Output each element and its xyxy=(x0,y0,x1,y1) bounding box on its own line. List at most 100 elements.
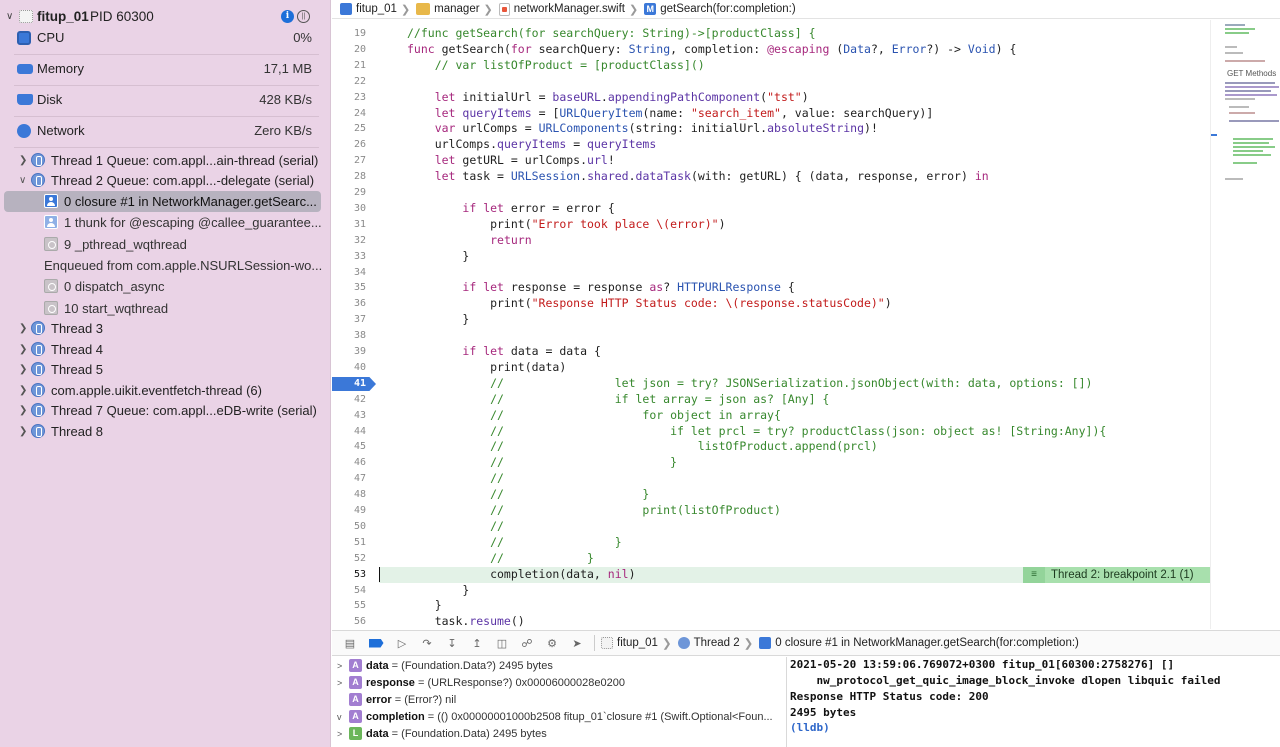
code-line[interactable]: var urlComps = URLComponents(string: ini… xyxy=(407,121,878,137)
code-line[interactable]: // print(listOfProduct) xyxy=(407,503,781,519)
code-line[interactable]: if let data = data { xyxy=(407,344,601,360)
line-number[interactable]: 29 xyxy=(332,185,366,201)
step-over-icon[interactable]: ↷ xyxy=(420,636,434,650)
breadcrumb-project[interactable]: fitup_01 ❯ xyxy=(332,3,410,16)
chevron-right-icon[interactable]: ❯ xyxy=(19,364,27,375)
line-number[interactable]: 34 xyxy=(332,265,366,281)
code-line[interactable]: completion(data, nil) xyxy=(407,567,635,583)
code-line[interactable]: urlComps.queryItems = queryItems xyxy=(407,137,657,153)
line-number[interactable]: 48 xyxy=(332,487,366,503)
thread-row[interactable]: ❯ Thread 4 xyxy=(0,339,330,359)
line-number[interactable]: 30 xyxy=(332,201,366,217)
disclosure-icon[interactable]: > xyxy=(337,678,342,688)
line-number[interactable]: 21 xyxy=(332,58,366,74)
chevron-right-icon[interactable]: ❯ xyxy=(19,344,27,355)
variable-row[interactable]: v A completion = (() 0x00000001000b2508 … xyxy=(332,708,786,725)
code-line[interactable]: let getURL = urlComps.url! xyxy=(407,153,615,169)
variable-row[interactable]: A error = (Error?) nil xyxy=(332,691,786,708)
chevron-down-icon[interactable]: ∨ xyxy=(6,11,13,22)
line-number[interactable]: 44 xyxy=(332,424,366,440)
minimap[interactable]: GET Methods xyxy=(1210,20,1280,629)
line-number[interactable]: 56 xyxy=(332,614,366,629)
line-number[interactable]: 23 xyxy=(332,90,366,106)
line-number[interactable]: 55 xyxy=(332,598,366,614)
code-line[interactable]: print(data) xyxy=(407,360,566,376)
thread-row[interactable]: ∨ Thread 2 Queue: com.appl...-delegate (… xyxy=(0,170,330,190)
stack-frame[interactable]: 10 start_wqthread xyxy=(0,298,330,319)
code-line[interactable]: } xyxy=(407,312,469,328)
breakpoint-annotation[interactable]: ≡ Thread 2: breakpoint 2.1 (1) xyxy=(1023,567,1210,583)
line-number[interactable]: 33 xyxy=(332,249,366,265)
stack-frame-selected[interactable]: 0 closure #1 in NetworkManager.getSearc.… xyxy=(4,191,321,212)
code-line[interactable]: // var listOfProduct = [productClass]() xyxy=(407,58,705,74)
line-number[interactable]: 40 xyxy=(332,360,366,376)
line-number[interactable]: 35 xyxy=(332,280,366,296)
line-number[interactable]: 46 xyxy=(332,455,366,471)
continue-icon[interactable]: ▷ xyxy=(395,636,409,650)
source-editor[interactable]: ≡ Thread 2: breakpoint 2.1 (1) 41 19 20 21… xyxy=(332,20,1210,629)
code-line[interactable]: print("Error took place \(error)") xyxy=(407,217,725,233)
gauge-cpu[interactable]: CPU 0% xyxy=(0,22,330,53)
debug-breadcrumb-frame[interactable]: 0 closure #1 in NetworkManager.getSearch… xyxy=(759,637,1079,649)
gauge-network[interactable]: Network Zero KB/s xyxy=(0,115,330,146)
variable-row[interactable]: > A response = (URLResponse?) 0x00006000… xyxy=(332,674,786,691)
code-line[interactable]: print("Response HTTP Status code: \(resp… xyxy=(407,296,892,312)
lldb-prompt[interactable]: (lldb) xyxy=(790,720,830,736)
line-number[interactable]: 19 xyxy=(332,26,366,42)
line-number[interactable]: 52 xyxy=(332,551,366,567)
debug-breadcrumb-thread[interactable]: Thread 2 ❯ xyxy=(677,636,753,650)
code-line[interactable]: // for object in array{ xyxy=(407,408,781,424)
code-line[interactable]: // let json = try? JSONSerialization.jso… xyxy=(407,376,1092,392)
breadcrumb-symbol[interactable]: M getSearch(for:completion:) xyxy=(638,3,796,15)
view-hierarchy-icon[interactable]: ◫ xyxy=(495,636,509,650)
line-number[interactable]: 26 xyxy=(332,137,366,153)
chevron-right-icon[interactable]: ❯ xyxy=(19,405,27,416)
chevron-right-icon[interactable]: ❯ xyxy=(19,155,27,166)
code-line[interactable]: // listOfProduct.append(prcl) xyxy=(407,439,878,455)
code-line[interactable]: // xyxy=(407,519,504,535)
code-line[interactable]: // } xyxy=(407,487,649,503)
line-number[interactable]: 51 xyxy=(332,535,366,551)
line-number[interactable]: 25 xyxy=(332,121,366,137)
code-line[interactable]: return xyxy=(407,233,532,249)
line-number[interactable]: 22 xyxy=(332,74,366,90)
environment-overrides-icon[interactable]: ⚙ xyxy=(545,636,559,650)
code-line[interactable]: // } xyxy=(407,551,594,567)
line-number[interactable]: 28 xyxy=(332,169,366,185)
line-number[interactable]: 50 xyxy=(332,519,366,535)
line-number[interactable]: 37 xyxy=(332,312,366,328)
line-number[interactable]: 49 xyxy=(332,503,366,519)
line-number[interactable]: 43 xyxy=(332,408,366,424)
stack-frame[interactable]: 0 dispatch_async xyxy=(0,276,330,297)
code-line[interactable]: let task = URLSession.shared.dataTask(wi… xyxy=(407,169,989,185)
hide-debug-area-icon[interactable]: ▤ xyxy=(343,636,357,650)
stack-frame[interactable]: 1 thunk for @escaping @callee_guarantee.… xyxy=(0,212,330,233)
memory-graph-icon[interactable]: ☍ xyxy=(520,636,534,650)
line-number[interactable]: 36 xyxy=(332,296,366,312)
disclosure-icon[interactable]: v xyxy=(337,712,342,722)
line-number[interactable]: 39 xyxy=(332,344,366,360)
variable-row[interactable]: > A data = (Foundation.Data?) 2495 bytes xyxy=(332,657,786,674)
line-number[interactable]: 42 xyxy=(332,392,366,408)
gauge-memory[interactable]: Memory 17,1 MB xyxy=(0,53,330,84)
thread-row[interactable]: ❯ Thread 8 xyxy=(0,421,330,441)
line-number[interactable]: 31 xyxy=(332,217,366,233)
code-line[interactable]: let queryItems = [URLQueryItem(name: "se… xyxy=(407,106,934,122)
step-out-icon[interactable]: ↥ xyxy=(470,636,484,650)
breakpoint-marker[interactable]: 41 xyxy=(332,377,376,391)
line-number[interactable]: 32 xyxy=(332,233,366,249)
disclosure-icon[interactable]: > xyxy=(337,729,342,739)
line-number[interactable]: 27 xyxy=(332,153,366,169)
code-line[interactable]: // if let prcl = try? productClass(json:… xyxy=(407,424,1106,440)
code-line[interactable]: // } xyxy=(407,455,677,471)
line-number[interactable]: 24 xyxy=(332,106,366,122)
code-line[interactable]: // } xyxy=(407,535,622,551)
breadcrumb-file[interactable]: networkManager.swift ❯ xyxy=(493,2,638,16)
thread-row[interactable]: ❯ Thread 7 Queue: com.appl...eDB-write (… xyxy=(0,400,330,420)
chevron-right-icon[interactable]: ❯ xyxy=(19,385,27,396)
code-line[interactable]: func getSearch(for searchQuery: String, … xyxy=(407,42,1016,58)
code-line[interactable]: // xyxy=(407,471,504,487)
code-line[interactable]: let initialUrl = baseURL.appendingPathCo… xyxy=(407,90,809,106)
code-line[interactable]: task.resume() xyxy=(407,614,525,629)
disclosure-icon[interactable]: > xyxy=(337,661,342,671)
